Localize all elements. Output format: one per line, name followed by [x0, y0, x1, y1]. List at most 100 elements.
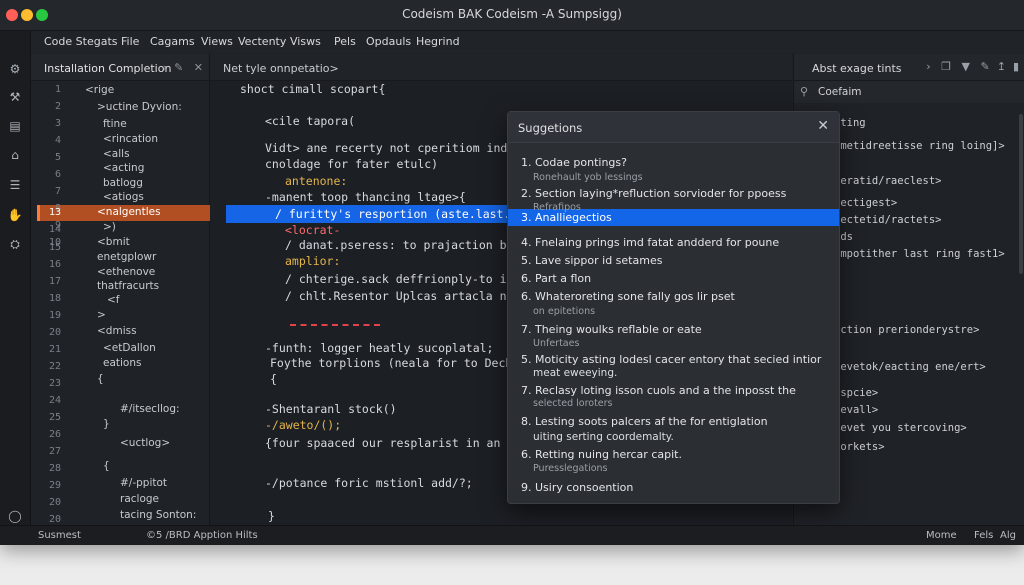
code-line[interactable]: / danat.pseress: to prajaction by C: [285, 238, 527, 252]
code-line[interactable]: / chlt.Resentor Uplcas artacla not b: [285, 289, 534, 303]
menu-opdauls[interactable]: Opdauls: [366, 35, 411, 48]
pin-icon[interactable]: ↥: [997, 60, 1006, 73]
suggestion-item[interactable]: 9. Usiry consoention: [521, 481, 633, 494]
code-line[interactable]: Foythe torplions (neala for to Decha: [270, 356, 519, 370]
editor-tab[interactable]: Net tyle onnpetatio>: [223, 62, 339, 75]
code-line[interactable]: -manent toop thancing ltage>{: [265, 190, 466, 204]
suggestion-item-selected[interactable]: 3. Analliegectios: [521, 211, 612, 224]
code-line[interactable]: amplior:: [285, 254, 340, 268]
chevron-right-icon[interactable]: ›: [926, 60, 930, 73]
edit-icon[interactable]: ✎: [981, 60, 990, 73]
code-line[interactable]: {four spaaced our resplarist in an Par: [265, 436, 528, 450]
tool-icon[interactable]: ⚒: [5, 89, 25, 105]
settings-icon[interactable]: ⛭: [5, 236, 25, 252]
list-icon[interactable]: ☰: [5, 177, 25, 193]
chevron-down-icon[interactable]: ▼: [962, 60, 970, 73]
code-line[interactable]: -/aweto/();: [265, 418, 341, 432]
list-item-selected[interactable]: <nalgentles: [97, 206, 161, 218]
code-line[interactable]: / chterige.sack deffrionply-to ibe: [285, 272, 520, 286]
code-line[interactable]: shoct cimall scopart{: [240, 82, 385, 96]
list-item[interactable]: <uctlog>: [120, 437, 170, 449]
list-item[interactable]: <ethenove: [97, 266, 155, 278]
list-item[interactable]: #/-ppitot: [120, 477, 167, 489]
list-item[interactable]: <rincation: [103, 133, 158, 145]
list-item[interactable]: <bmit: [97, 236, 130, 248]
code-line[interactable]: {: [270, 372, 277, 386]
code-line[interactable]: <cile tapora(: [265, 114, 355, 128]
status-alg[interactable]: Alg: [1000, 530, 1016, 541]
suggestion-item[interactable]: 6. Whateroreting sone fally gos lir pset: [521, 290, 735, 303]
code-line[interactable]: Vidt> ane recerty not cperitiom inderf: [265, 141, 528, 155]
list-item[interactable]: {: [103, 460, 110, 472]
list-item[interactable]: enetgplowr: [97, 251, 156, 263]
list-item[interactable]: #/itsecllog:: [120, 403, 180, 415]
list-item[interactable]: <acting: [103, 162, 144, 174]
suggestion-item[interactable]: 7. Reclasy loting isson cuols and a the …: [521, 384, 796, 397]
suggestion-item[interactable]: 6. Retting nuing hercar capit.: [521, 448, 682, 461]
suggestion-item[interactable]: 2. Section laying*refluction sorvioder f…: [521, 187, 786, 200]
list-item[interactable]: ftine: [103, 118, 127, 130]
close-icon[interactable]: ✕: [194, 61, 203, 74]
list-item[interactable]: <alls: [103, 148, 130, 160]
list-item[interactable]: <rige: [85, 84, 114, 96]
close-icon[interactable]: ✕: [817, 118, 829, 134]
account-icon[interactable]: ◯: [5, 508, 25, 524]
more-icon[interactable]: ▮: [1013, 60, 1019, 73]
suggestion-item[interactable]: 6. Part a flon: [521, 272, 591, 285]
home-icon[interactable]: ⌂: [5, 147, 25, 163]
list-item[interactable]: racloge: [120, 493, 159, 505]
list-item[interactable]: eations: [103, 357, 141, 369]
list-item[interactable]: <etDallon: [103, 342, 156, 354]
list-item[interactable]: <dmiss: [97, 325, 137, 337]
code-line[interactable]: -funth: logger heatly sucoplatal;: [265, 341, 493, 355]
suggestion-item[interactable]: 5. Lave sippor id setames: [521, 254, 662, 267]
explorer-panel: Installation Completion › ✎ ✕ 1 2 3 4 5 …: [31, 54, 212, 525]
suggestion-item[interactable]: 1. Codae pontings?: [521, 156, 627, 169]
scrollbar[interactable]: [1019, 114, 1023, 274]
code-line[interactable]: -/potance foric mstionl add/?;: [265, 476, 473, 490]
menu-visws[interactable]: Visws: [290, 35, 321, 48]
chevron-right-icon[interactable]: ›: [163, 61, 167, 74]
status-home[interactable]: Mome: [926, 530, 957, 541]
suggestion-item[interactable]: 5. Moticity asting lodesl cacer entory t…: [521, 353, 821, 366]
hand-icon[interactable]: ✋: [5, 207, 25, 223]
status-files[interactable]: Fels: [974, 530, 993, 541]
list-item[interactable]: tacing Sonton:: [120, 509, 196, 521]
menu-pels[interactable]: Pels: [334, 35, 356, 48]
document-icon[interactable]: ▤: [5, 118, 25, 134]
list-item[interactable]: thatfracurts: [97, 280, 159, 292]
code-line[interactable]: }: [268, 509, 275, 523]
list-item[interactable]: {: [97, 373, 104, 385]
menu-file[interactable]: File: [121, 35, 139, 48]
menu-code-stegats[interactable]: Code Stegats: [44, 35, 118, 48]
code-line[interactable]: antenone:: [285, 174, 347, 188]
list-item[interactable]: >: [97, 309, 106, 321]
menu-vectenty[interactable]: Vectenty: [238, 35, 286, 48]
menu-views[interactable]: Views: [201, 35, 233, 48]
list-item[interactable]: >uctine Dyvion:: [97, 101, 182, 113]
search-box[interactable]: ⚲ Coefaim: [794, 81, 1024, 103]
code-line[interactable]: -Shentaranl stock(): [265, 402, 397, 416]
code-line-selected[interactable]: / furitty's resportion (aste.last.cur: [275, 207, 531, 221]
search-input[interactable]: Coefaim: [818, 86, 862, 98]
error-underline: [290, 324, 380, 326]
suggestion-item[interactable]: 7. Theing woulks reflable or eate: [521, 323, 702, 336]
copy-icon[interactable]: ❐: [941, 60, 951, 73]
list-item[interactable]: <atiogs: [103, 191, 144, 203]
suggestion-item[interactable]: 8. Lesting soots palcers af the for enti…: [521, 415, 768, 428]
line-number: 15: [48, 242, 61, 253]
edit-icon[interactable]: ✎: [174, 61, 183, 74]
list-item[interactable]: }: [103, 418, 110, 430]
code-line[interactable]: cnoldage for fater etulc): [265, 157, 438, 171]
status-suggest[interactable]: Susmest: [38, 530, 81, 541]
list-item[interactable]: <f: [107, 294, 120, 306]
list-item[interactable]: >): [103, 221, 116, 233]
code-line[interactable]: <locrat-: [285, 223, 340, 237]
line-number: 17: [48, 276, 61, 287]
list-item[interactable]: batlogg: [103, 177, 143, 189]
gear-icon[interactable]: ⚙: [5, 61, 25, 77]
suggestion-item[interactable]: 4. Fnelaing prings imd fatat andderd for…: [521, 236, 779, 249]
menu-cagams[interactable]: Cagams: [150, 35, 195, 48]
menu-hegrind[interactable]: Hegrind: [416, 35, 460, 48]
status-hints[interactable]: ©5 /BRD Apption Hilts: [146, 530, 258, 541]
